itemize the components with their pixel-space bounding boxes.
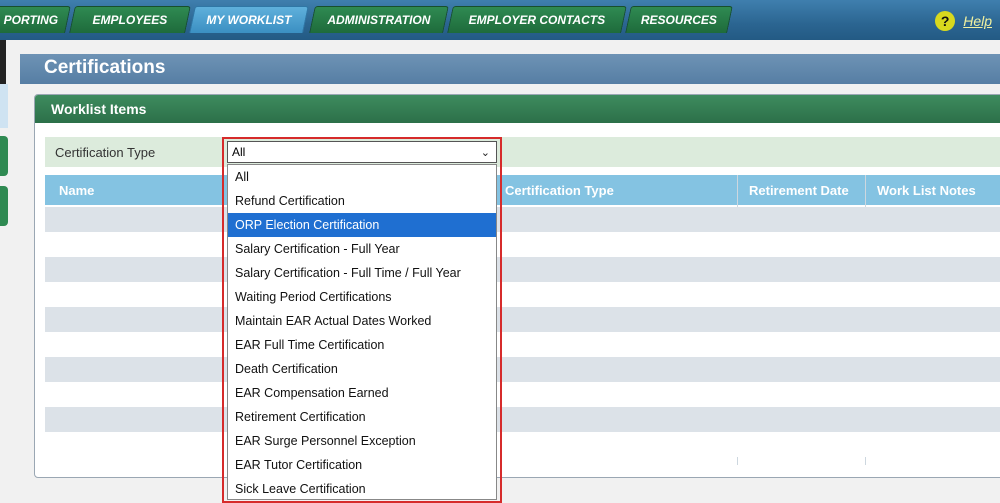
column-header-certification-type[interactable]: Certification Type — [505, 183, 614, 198]
page-header: Certifications — [20, 54, 1000, 84]
tab-label: EMPLOYER CONTACTS — [468, 13, 606, 27]
left-side-tab[interactable] — [0, 186, 8, 226]
left-edge-light — [0, 84, 8, 128]
table-row[interactable] — [45, 357, 1000, 382]
tab-resources[interactable]: RESOURCES — [625, 6, 733, 33]
tab-label: RESOURCES — [640, 13, 717, 27]
tab-label: PORTING — [3, 13, 59, 27]
column-header-name[interactable]: Name — [59, 183, 94, 198]
table-row[interactable] — [45, 407, 1000, 432]
annotation-highlight-box — [222, 137, 502, 503]
help-area: ? Help — [935, 10, 992, 32]
table-row[interactable] — [45, 432, 1000, 457]
column-header-work-list-notes[interactable]: Work List Notes — [877, 183, 976, 198]
table-row[interactable] — [45, 282, 1000, 307]
tab-my-worklist[interactable]: MY WORKLIST — [189, 6, 309, 33]
tab-administration[interactable]: ADMINISTRATION — [309, 6, 449, 33]
panel-title: Worklist Items — [51, 101, 147, 117]
filter-row: Certification Type — [45, 137, 1000, 167]
help-link[interactable]: Help — [963, 13, 992, 29]
worklist-panel: Worklist Items Certification Type Name C… — [34, 94, 1000, 478]
tab-label: EMPLOYEES — [92, 13, 168, 27]
table-row[interactable] — [45, 332, 1000, 357]
left-edge-dark — [0, 40, 6, 84]
left-side-tab[interactable] — [0, 136, 8, 176]
tab-label: MY WORKLIST — [206, 13, 292, 27]
table-row[interactable] — [45, 232, 1000, 257]
tab-employees[interactable]: EMPLOYEES — [69, 6, 191, 33]
table-row[interactable] — [45, 257, 1000, 282]
tab-employer-contacts[interactable]: EMPLOYER CONTACTS — [447, 6, 627, 33]
table-header: Name Certification Type Retirement Date … — [45, 175, 1000, 205]
page-title: Certifications — [44, 57, 166, 78]
help-icon[interactable]: ? — [935, 11, 956, 31]
tab-reporting[interactable]: PORTING — [0, 6, 71, 33]
tab-label: ADMINISTRATION — [327, 13, 431, 27]
table-row[interactable] — [45, 382, 1000, 407]
certification-type-label: Certification Type — [55, 145, 156, 160]
column-header-retirement-date[interactable]: Retirement Date — [749, 183, 849, 198]
table-row[interactable] — [45, 307, 1000, 332]
panel-header: Worklist Items — [35, 95, 1000, 123]
top-nav: PORTING EMPLOYEES MY WORKLIST ADMINISTRA… — [0, 0, 1000, 40]
table-row[interactable] — [45, 207, 1000, 232]
